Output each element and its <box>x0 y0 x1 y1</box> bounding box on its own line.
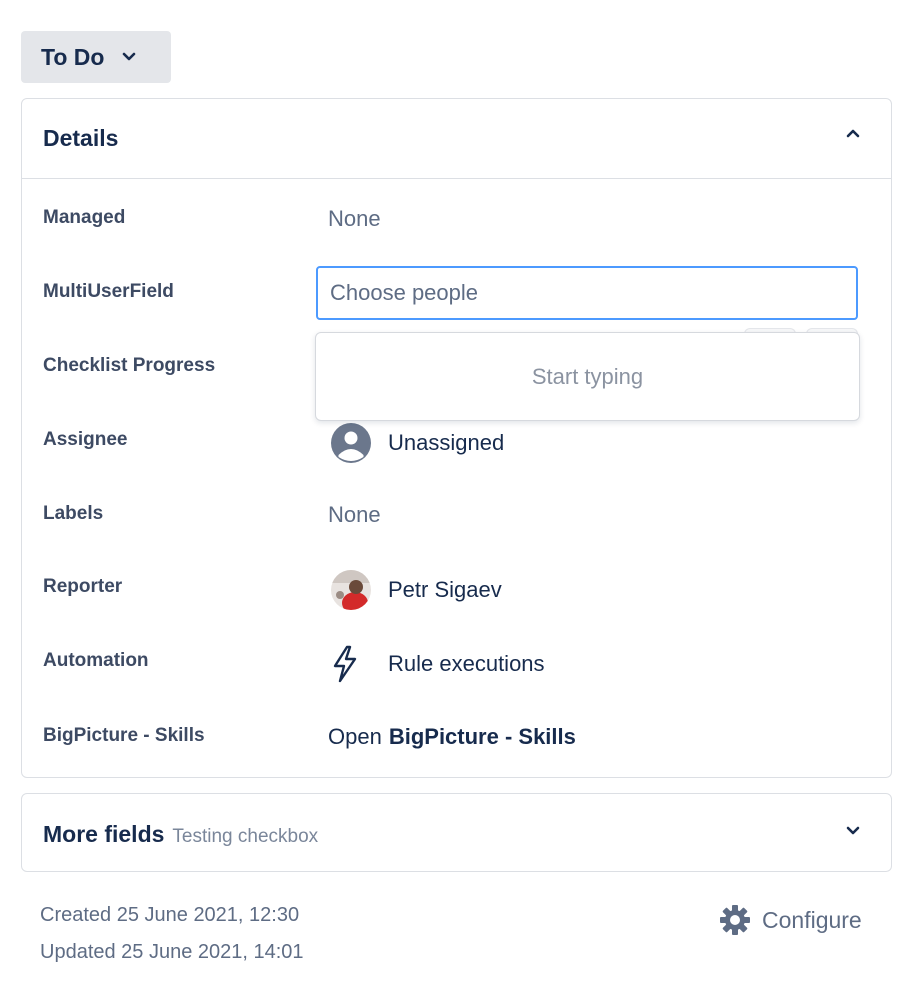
more-fields-panel[interactable]: More fields Testing checkbox <box>21 793 892 872</box>
more-fields-subtitle: Testing checkbox <box>172 826 319 847</box>
details-header[interactable]: Details <box>22 99 891 179</box>
rule-executions-link: Rule executions <box>388 651 545 676</box>
details-panel: Details Managed None MultiUserField Choo… <box>21 98 892 778</box>
automation-value[interactable]: Rule executions <box>328 644 545 684</box>
chevron-down-icon <box>122 52 136 62</box>
chevron-down-icon[interactable] <box>845 825 861 837</box>
field-label: MultiUserField <box>43 281 174 302</box>
field-label: Reporter <box>43 576 123 597</box>
chevron-up-icon[interactable] <box>845 127 861 139</box>
dropdown-hint: Start typing <box>531 363 644 389</box>
field-label: Labels <box>43 503 104 524</box>
updated-timestamp: Updated 25 June 2021, 14:01 <box>40 941 304 963</box>
bigpicture-link-text: BigPicture - Skills <box>388 724 576 749</box>
reporter-value[interactable]: Petr Sigaev <box>328 570 502 610</box>
configure-button[interactable]: Configure <box>718 900 862 940</box>
user-avatar-icon <box>330 421 374 465</box>
field-reporter: Reporter Petr Sigaev <box>22 570 891 610</box>
avatar <box>330 568 374 612</box>
gear-icon <box>718 903 752 937</box>
choose-people-input[interactable]: Choose people <box>316 266 858 320</box>
field-labels: Labels None <box>22 495 891 535</box>
details-title: Details <box>43 125 119 151</box>
field-label: Managed <box>43 207 126 228</box>
field-bigpicture-skills: BigPicture - Skills Open BigPicture - Sk… <box>22 717 891 757</box>
field-value[interactable]: None <box>328 495 381 535</box>
field-managed: Managed None <box>22 199 891 239</box>
created-timestamp: Created 25 June 2021, 12:30 <box>40 904 300 926</box>
reporter-name: Petr Sigaev <box>388 577 502 602</box>
field-label: Automation <box>43 650 149 671</box>
open-bigpicture-link[interactable]: Open BigPicture - Skills <box>328 717 576 757</box>
field-automation: Automation Rule executions <box>22 644 891 684</box>
status-dropdown-button[interactable]: To Do <box>21 31 171 83</box>
more-fields-title: More fields <box>43 821 165 847</box>
people-dropdown: Start typing <box>315 332 860 421</box>
open-prefix: Open <box>328 724 382 749</box>
field-value[interactable]: None <box>328 199 381 239</box>
field-label: BigPicture - Skills <box>43 725 205 746</box>
configure-label: Configure <box>762 906 862 933</box>
input-placeholder: Choose people <box>330 280 479 305</box>
assignee-value[interactable]: Unassigned <box>328 423 504 463</box>
field-assignee: Assignee Unassigned <box>22 423 891 463</box>
assignee-name: Unassigned <box>388 430 505 455</box>
status-label: To Do <box>41 43 105 70</box>
field-multiuser: MultiUserField Choose people <box>22 266 891 320</box>
field-label: Assignee <box>43 429 128 450</box>
lightning-icon <box>330 642 374 686</box>
field-label: Checklist Progress <box>43 355 216 376</box>
